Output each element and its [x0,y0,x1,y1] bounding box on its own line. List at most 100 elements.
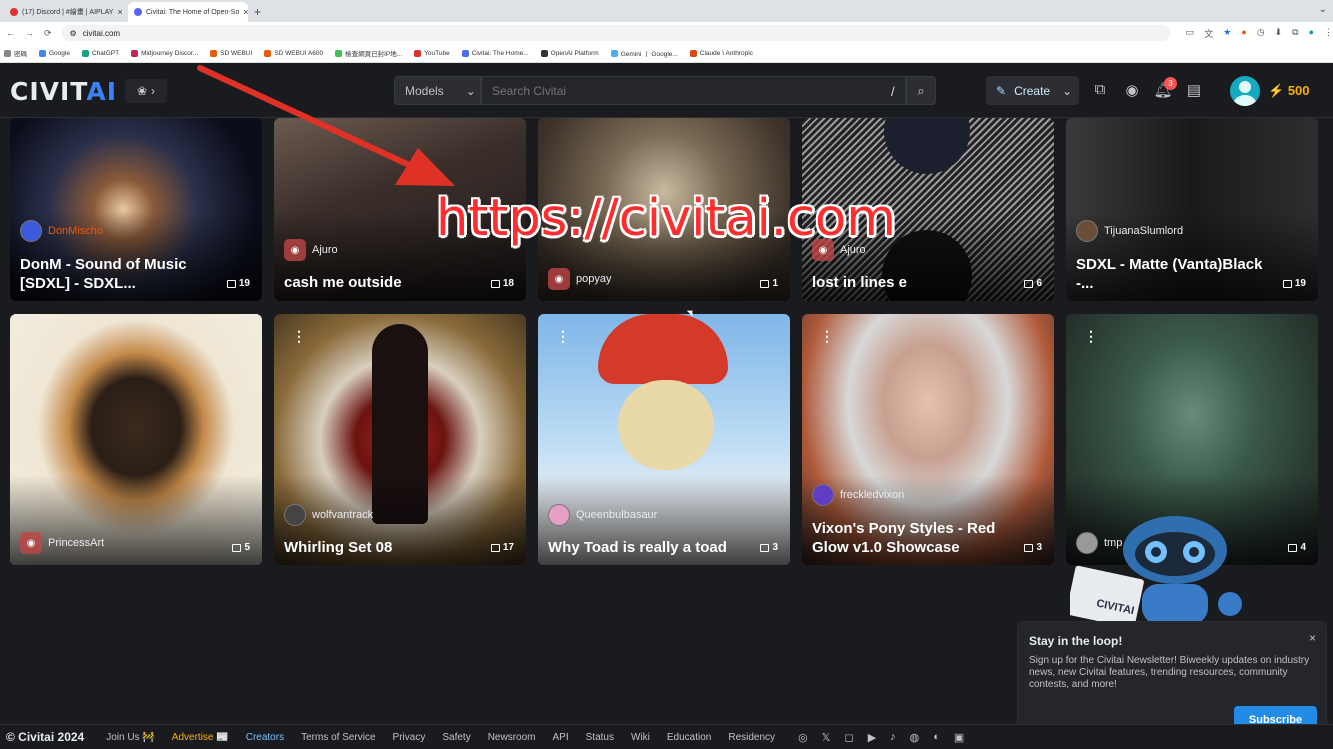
chat-icon[interactable]: ▤ [1184,81,1204,99]
eye-visibility-icon[interactable]: ◉ [1122,81,1142,99]
profile-icon[interactable]: ● [1309,27,1314,40]
footer-link-newsroom[interactable]: Newsroom [488,732,536,743]
sd-webui-icon [264,49,272,57]
eye-icon[interactable]: ◉ [548,268,570,290]
footer-link-join-us[interactable]: Join Us 🚧 [106,732,155,743]
twitch-icon[interactable]: ▣ [954,731,964,744]
translate-icon[interactable]: 文 [1204,27,1213,40]
footer-link-residency[interactable]: Residency [728,732,775,743]
card-creator[interactable]: ◉ PrincessArt [20,532,104,554]
image-count: 17 [490,542,514,553]
toad-body-shape [618,380,714,470]
close-tab-icon[interactable]: × [243,7,248,17]
image-icon [226,279,236,288]
footer-link-creators[interactable]: Creators [246,732,284,743]
bookmark-item[interactable]: OpenAI Platform [540,49,599,57]
browser-tab-strip: (17) Discord | #繪畫 | AIPLAY × Civitai: T… [0,0,1333,22]
app-header: CIVITAI ❀ › Models ⌄ / ⌕ ✎ Create ⌄ ⧉ ◉ … [0,63,1333,118]
youtube-icon[interactable]: ▶ [868,731,876,744]
back-icon[interactable]: ← [6,28,15,38]
new-tab-icon[interactable]: + [254,2,261,22]
discord-icon[interactable]: ◎ [798,731,808,744]
model-card[interactable]: ⋮ freckledvixon Vixon's Pony Styles - Re… [802,314,1054,565]
tab-list-chevron-icon[interactable]: ⌄ [1319,4,1327,15]
model-card[interactable]: ⋮ Queenbulbasaur Why Toad is really a to… [538,314,790,565]
instagram-icon[interactable]: ◻ [845,731,854,744]
create-button[interactable]: ✎ Create ⌄ [986,76,1079,105]
bookmark-star-icon[interactable]: ★ [1223,27,1231,40]
card-creator[interactable]: wolfvantrack [284,504,373,526]
card-title: Why Toad is really a toad [548,539,727,556]
model-card[interactable]: ⋮ wolfvantrack Whirling Set 08 17 [274,314,526,565]
buzz-balance[interactable]: ⚡ 500 [1268,83,1310,99]
bookmark-item[interactable]: Civitai: The Home... [461,49,529,57]
browser-tab-civitai[interactable]: Civitai: The Home of Open-So × [128,2,248,22]
user-avatar[interactable] [1230,76,1260,106]
browser-tab-discord[interactable]: (17) Discord | #繪畫 | AIPLAY × [4,2,124,22]
card-creator[interactable]: TijuanaSlumlord [1076,220,1183,242]
creator-avatar [20,220,42,242]
event-badge-button[interactable]: ❀ › [125,79,167,103]
footer-link-terms[interactable]: Terms of Service [301,732,375,743]
search-scope-select[interactable]: Models ⌄ [394,76,481,105]
newsletter-title: Stay in the loop! [1029,634,1123,648]
search-button[interactable]: ⌕ [906,76,936,105]
google-icon [39,49,46,57]
model-card[interactable]: TijuanaSlumlord SDXL - Matte (Vanta)Blac… [1066,118,1318,301]
site-info-icon[interactable]: ⚙ [70,29,77,38]
browser-menu-icon[interactable]: ⋮ [1324,27,1333,40]
x-twitter-icon[interactable]: 𝕏 [822,731,831,744]
bookmark-item[interactable]: Google [39,49,70,57]
reload-icon[interactable]: ⟳ [44,28,52,39]
bookmark-item[interactable]: ChatGPT [81,49,119,57]
upload-screen-icon[interactable]: ⧉ [1090,81,1110,98]
footer-link-safety[interactable]: Safety [442,732,470,743]
reddit-icon[interactable]: ◍ [910,731,920,744]
card-title: lost in lines e [812,274,908,291]
close-icon[interactable]: × [1309,631,1316,645]
bookmark-item[interactable]: Gemini 丨 Google... [610,48,678,58]
card-creator[interactable]: freckledvixon [812,484,904,506]
bookmark-item[interactable]: SD WEBUI A600 [264,49,323,57]
card-creator[interactable]: ◉ popyay [548,268,611,290]
footer-link-status[interactable]: Status [586,732,614,743]
image-icon [760,279,770,288]
bookmark-item[interactable]: YouTube [414,49,450,57]
card-creator[interactable]: Queenbulbasaur [548,504,657,526]
card-menu-icon[interactable]: ⋮ [1084,328,1098,345]
card-creator[interactable]: ◉ Ajuro [284,239,338,261]
search-scope-value: Models [405,83,444,98]
eye-icon[interactable]: ◉ [284,239,306,261]
footer-link-wiki[interactable]: Wiki [631,732,650,743]
footer-link-privacy[interactable]: Privacy [393,732,426,743]
model-card[interactable]: ◉ PrincessArt 5 [10,314,262,565]
card-menu-icon[interactable]: ⋮ [820,328,834,345]
github-icon[interactable]: ◐ [933,731,940,744]
card-menu-icon[interactable]: ⋮ [556,328,570,345]
address-bar[interactable]: ⚙ civitai.com [61,25,1170,41]
extension-icon[interactable]: ● [1241,27,1246,40]
forward-icon[interactable]: → [25,28,34,38]
civitai-logo[interactable]: CIVITAI [10,77,117,106]
bookmark-item[interactable]: Claude \ Anthropic [689,49,753,57]
bookmarks-bar: 密碼 Google ChatGPT Midjourney Discor... S… [0,44,1333,63]
extensions-puzzle-icon[interactable]: ⧉ [1292,27,1298,40]
bookmark-item[interactable]: 檢查網頁已封IP地... [335,48,402,58]
footer-link-advertise[interactable]: Advertise 📰 [172,732,229,743]
bookmark-item[interactable]: Midjourney Discor... [131,49,198,57]
bookmark-item[interactable]: 密碼 [4,48,27,58]
downloads-icon[interactable]: ⬇ [1275,27,1283,40]
tiktok-icon[interactable]: ♪ [890,731,896,744]
history-icon[interactable]: ◷ [1257,27,1265,40]
footer-link-education[interactable]: Education [667,732,711,743]
eye-icon[interactable]: ◉ [20,532,42,554]
card-creator[interactable]: DonMischo [20,220,103,242]
close-tab-icon[interactable]: × [117,7,122,17]
model-card[interactable]: DonMischo DonM - Sound of Music [SDXL] -… [10,118,262,301]
search-input[interactable] [481,76,906,105]
cast-icon[interactable]: ▭ [1186,27,1195,40]
footer-link-api[interactable]: API [553,732,569,743]
bookmark-item[interactable]: SD WEBUI [210,49,252,57]
ip-check-icon [335,49,343,57]
card-menu-icon[interactable]: ⋮ [292,328,306,345]
